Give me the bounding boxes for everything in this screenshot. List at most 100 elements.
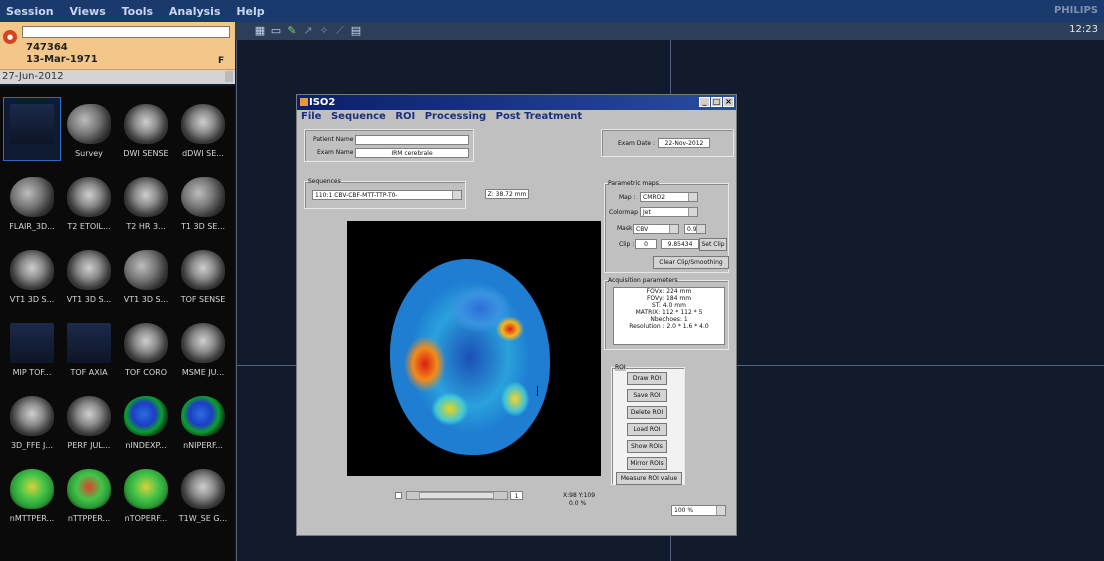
viewport-divider (236, 40, 237, 561)
series-thumbnail[interactable]: MIP TOF... (4, 317, 60, 379)
slice-slider[interactable] (406, 491, 508, 500)
series-preview-image (10, 469, 54, 509)
series-thumbnail[interactable]: DWI SENSE (118, 98, 174, 160)
series-thumbnail[interactable]: T2 ETOIL... (61, 171, 117, 233)
maximize-icon[interactable]: □ (711, 97, 722, 107)
draw-roi-button[interactable]: Draw ROI (627, 372, 667, 385)
sequence-select[interactable]: 110:1 CBV-CBF-MTT-TTP-T0- (312, 190, 462, 200)
series-thumbnail[interactable]: nTTPPER... (61, 463, 117, 525)
menu-sequence[interactable]: Sequence (331, 111, 386, 122)
series-thumbnail[interactable]: VT1 3D S... (118, 244, 174, 306)
scroll-arrow-icon[interactable] (225, 71, 233, 82)
patient-id: 747364 (26, 42, 68, 53)
series-preview-image (124, 250, 168, 290)
ruler-icon[interactable]: ⟋ (333, 24, 347, 38)
menu-tools[interactable]: Tools (122, 5, 153, 18)
patient-search-input[interactable] (22, 26, 230, 38)
mirror-rois-button[interactable]: Mirror ROIs (627, 457, 667, 470)
colormap-select[interactable]: Jet (640, 207, 698, 217)
perfusion-map-viewer[interactable] (347, 221, 601, 476)
iso2-window: ISO2 _ □ × File Sequence ROI Processing … (296, 94, 737, 536)
study-date-select[interactable]: 27-Jun-2012 (0, 70, 235, 84)
exam-date-group: Exam Date : 22-Nov-2012 (601, 129, 734, 157)
window-title-bar[interactable]: ISO2 _ □ × (297, 95, 736, 110)
series-label: T2 ETOIL... (67, 222, 111, 231)
show-rois-button[interactable]: Show ROIs (627, 440, 667, 453)
series-thumbnail[interactable]: nTOPERF... (118, 463, 174, 525)
series-thumbnail[interactable]: T1W_SE G... (175, 463, 231, 525)
clip-max-field[interactable]: 9.85434 (661, 239, 699, 249)
series-thumbnail[interactable]: 3D_FFE J... (4, 390, 60, 452)
series-thumbnail[interactable]: T1 3D SE... (175, 171, 231, 233)
series-thumbnail[interactable]: nINDEXP... (118, 390, 174, 452)
series-thumbnail[interactable]: TOF SENSE (175, 244, 231, 306)
series-thumbnail[interactable] (3, 97, 61, 161)
series-label: nINDEXP... (125, 441, 167, 450)
parametric-maps-label: Parametric maps (608, 180, 659, 187)
menu-processing[interactable]: Processing (425, 111, 486, 122)
menu-help[interactable]: Help (236, 5, 264, 18)
menu-analysis[interactable]: Analysis (169, 5, 221, 18)
series-label: VT1 3D S... (123, 295, 169, 304)
set-clip-button[interactable]: Set Clip (699, 238, 727, 251)
series-thumbnail[interactable]: MSME JU... (175, 317, 231, 379)
series-thumbnail[interactable]: TOF AXIA (61, 317, 117, 379)
slice-number-field[interactable]: 1 (510, 491, 523, 500)
series-thumbnail[interactable]: dDWI SE... (175, 98, 231, 160)
series-label: VT1 3D S... (66, 295, 112, 304)
series-preview-image (124, 396, 168, 436)
folder-icon[interactable]: ▭ (269, 24, 283, 38)
series-thumbnail[interactable]: FLAIR_3D... (4, 171, 60, 233)
arrow-icon[interactable]: ↗ (301, 24, 315, 38)
mask-select[interactable]: CBV (633, 224, 679, 234)
map-select[interactable]: CMRO2 (640, 192, 698, 202)
mask-threshold-select[interactable]: 0.9 (684, 224, 706, 234)
series-preview-image (67, 469, 111, 509)
series-thumbnail[interactable]: Survey (61, 98, 117, 160)
series-preview-image (181, 177, 225, 217)
slice-checkbox[interactable] (395, 492, 402, 499)
delete-roi-button[interactable]: Delete ROI (627, 406, 667, 419)
slider-thumb[interactable] (419, 492, 494, 499)
series-thumbnail[interactable]: VT1 3D S... (4, 244, 60, 306)
series-label: nNIPERF... (183, 441, 223, 450)
series-thumbnail[interactable]: TOF CORO (118, 317, 174, 379)
print-icon[interactable]: ▤ (349, 24, 363, 38)
series-thumbnail[interactable]: T2 HR 3... (118, 171, 174, 233)
load-roi-button[interactable]: Load ROI (627, 423, 667, 436)
brand-logo: PHILIPS (1053, 5, 1098, 16)
save-roi-button[interactable]: Save ROI (627, 389, 667, 402)
menu-file[interactable]: File (301, 111, 321, 122)
series-label: 3D_FFE J... (10, 441, 54, 450)
brain-perfusion-image[interactable] (390, 259, 550, 455)
grid-icon[interactable]: ▦ (253, 24, 267, 38)
clear-clip-button[interactable]: Clear Clip/Smoothing (653, 256, 729, 269)
acq-param-line: MATRIX: 112 * 112 * 5 (635, 309, 703, 316)
acquisition-params-list[interactable]: FOVx: 224 mm FOVy: 184 mm ST: 4.0 mm MAT… (613, 287, 725, 345)
minimize-icon[interactable]: _ (699, 97, 710, 107)
patient-name-field[interactable] (355, 135, 469, 145)
series-thumbnail[interactable]: VT1 3D S... (61, 244, 117, 306)
exam-date-field[interactable]: 22-Nov-2012 (658, 138, 710, 148)
exam-name-field[interactable]: IRM cerebrale (355, 148, 469, 158)
series-label: PERF JUL... (67, 441, 111, 450)
measure-roi-button[interactable]: Measure ROI value (616, 472, 682, 485)
menu-post-treatment[interactable]: Post Treatment (496, 111, 582, 122)
zoom-select[interactable]: 100 % (671, 505, 726, 516)
patient-icon[interactable]: ● (3, 30, 17, 44)
series-preview-image (67, 177, 111, 217)
wand-icon[interactable]: ✎ (285, 24, 299, 38)
menu-session[interactable]: Session (6, 5, 54, 18)
series-thumbnail[interactable]: nMTTPER... (4, 463, 60, 525)
tool-icon[interactable]: ✧ (317, 24, 331, 38)
menu-roi[interactable]: ROI (395, 111, 415, 122)
clip-min-field[interactable]: 0 (635, 239, 657, 249)
series-thumbnail[interactable]: nNIPERF... (175, 390, 231, 452)
series-preview-image (67, 396, 111, 436)
close-icon[interactable]: × (723, 97, 734, 107)
menu-views[interactable]: Views (69, 5, 105, 18)
series-label: T1W_SE G... (178, 514, 228, 523)
cursor-coordinates: X:98 Y:109 (563, 492, 596, 499)
series-thumbnail[interactable]: PERF JUL... (61, 390, 117, 452)
patient-sex: F (218, 56, 225, 66)
